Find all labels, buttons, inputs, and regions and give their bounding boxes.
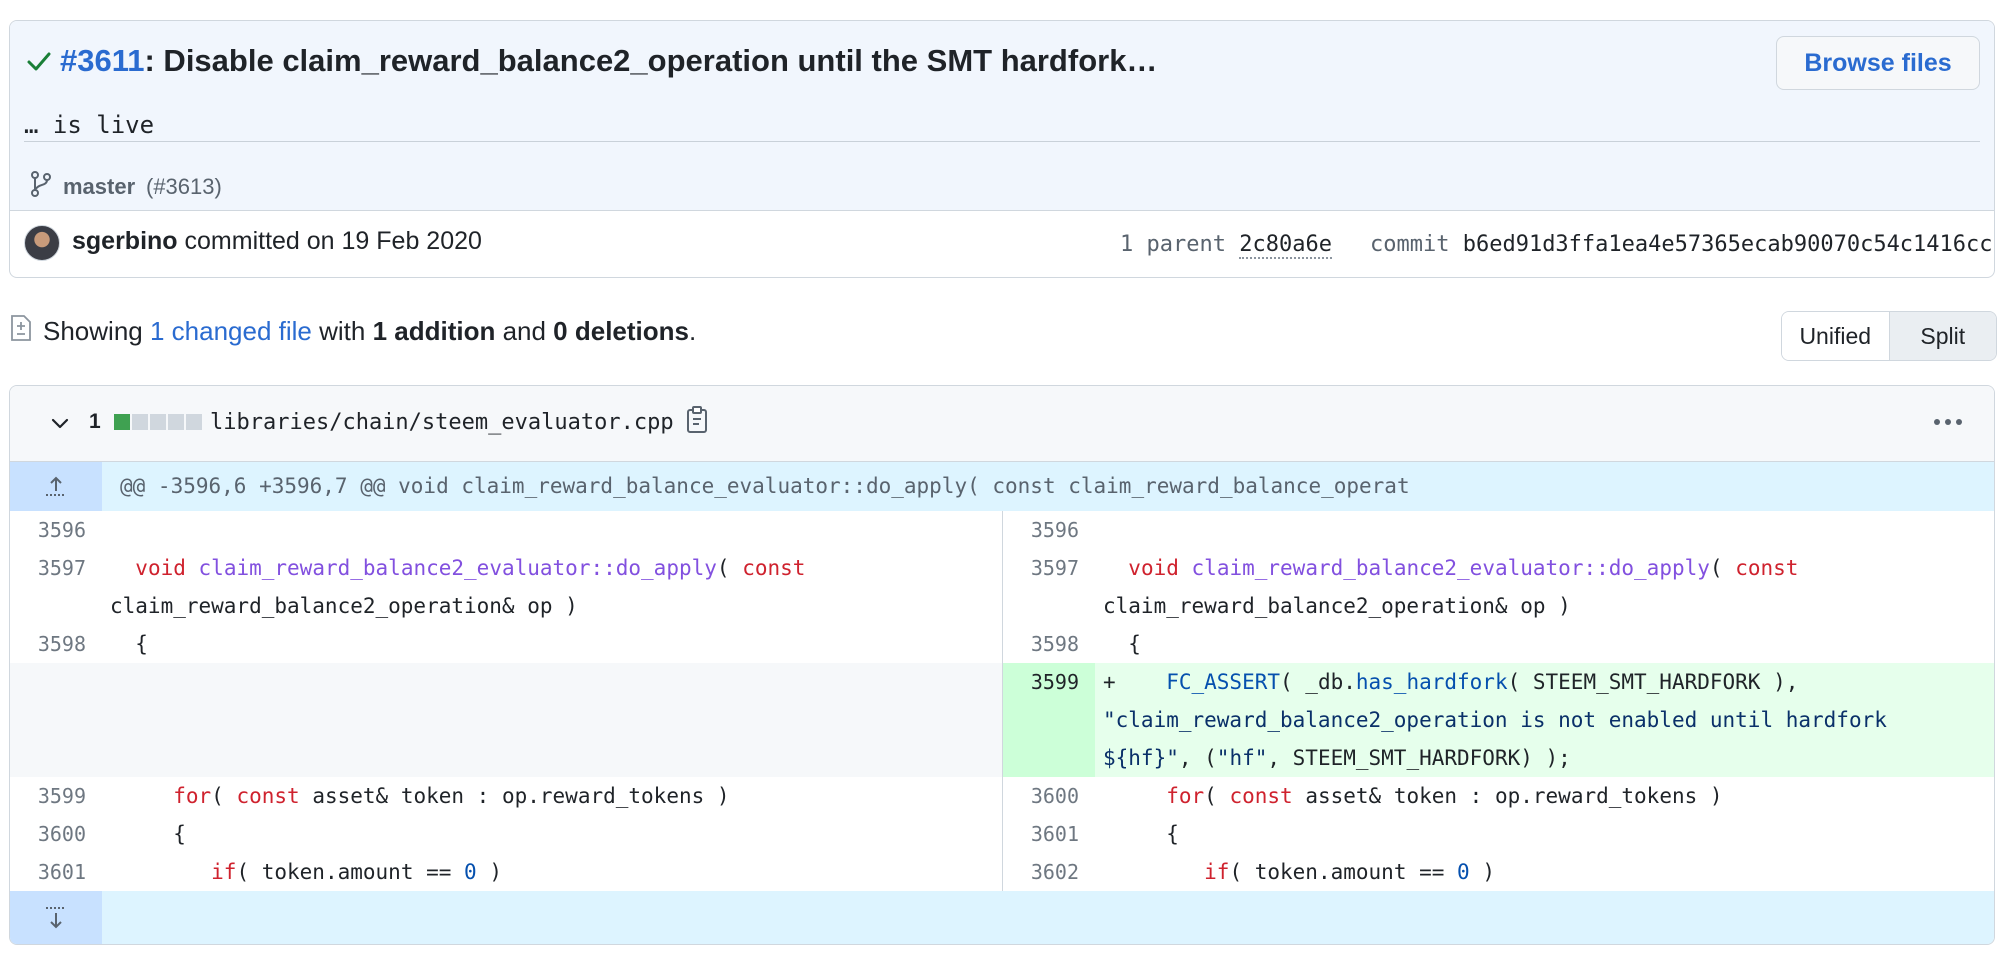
code-line: { [1103,822,1179,846]
expand-up-button[interactable] [10,462,102,511]
diff-line: 3600 for( const asset& token : op.reward… [1003,777,1994,815]
branch-pr-link[interactable]: (#3613) [146,174,222,200]
code-line: for( const asset& token : op.reward_toke… [1166,784,1723,808]
diff-right-side: 3596 3597 void claim_reward_balance2_eva… [1003,511,1994,891]
commit-header: #3611: Disable claim_reward_balance2_ope… [9,20,1995,278]
author-line: sgerbino committed on 19 Feb 2020 [72,227,482,256]
additions-count: 1 addition [372,316,496,346]
file-diff: 1 libraries/chain/steem_evaluator.cpp @@… [9,385,1995,945]
commit-title-area: #3611: Disable claim_reward_balance2_ope… [10,21,1994,210]
commit-date: committed on 19 Feb 2020 [177,227,482,255]
parent-info: 1 parent 2c80a6e [1120,232,1332,259]
file-path[interactable]: libraries/chain/steem_evaluator.cpp [210,410,674,435]
diffstat-neutral-block [186,414,202,430]
code-line: for( const asset& token : op.reward_toke… [173,784,730,808]
diff-line: 3600 { [10,815,1002,853]
line-number[interactable]: 3596 [1003,511,1095,549]
diff-line: 3601 { [1003,815,1994,853]
commit-description: … is live [24,111,155,139]
diff-left-side: 3596 3597 void claim_reward_balance2_eva… [10,511,1003,891]
diff-line: 3596 [1003,511,1994,549]
code-line: { [1103,632,1141,656]
expand-down-button[interactable] [10,891,102,944]
code-line: { [110,632,148,656]
divider [10,210,1994,211]
line-number[interactable]: 3600 [10,815,102,853]
unfold-down-icon [46,907,66,929]
diffstat-neutral-block [150,414,166,430]
hunk-header: @@ -3596,6 +3596,7 @@ void claim_reward_… [10,462,1994,511]
code-line: { [110,822,186,846]
pr-link[interactable]: #3611 [60,43,145,78]
commit-sha: commit b6ed91d3ffa1ea4e57365ecab90070c54… [1370,232,1993,257]
code-line: if( token.amount == 0 ) [211,860,502,884]
changed-files-link[interactable]: 1 changed file [150,316,312,346]
hunk-text: @@ -3596,6 +3596,7 @@ void claim_reward_… [120,474,1410,498]
code-line: void claim_reward_balance2_evaluator::do… [1103,556,1799,618]
line-number[interactable]: 3598 [1003,625,1095,663]
diffstat-neutral-block [168,414,184,430]
line-number[interactable]: 3601 [10,853,102,891]
line-number[interactable]: 3602 [1003,853,1095,891]
diff-line: 3598 { [10,625,1002,663]
diff-line: 3602 if( token.amount == 0 ) [1003,853,1994,891]
file-diff-icon [11,315,31,341]
diff-view-toggle: Unified Split [1781,311,1997,361]
check-icon [27,52,51,71]
line-number[interactable]: 3599 [1003,663,1095,777]
parent-sha-link[interactable]: 2c80a6e [1239,232,1332,259]
diff-line: 3601 if( token.amount == 0 ) [10,853,1002,891]
branch-name[interactable]: master [63,174,135,200]
empty-line [10,663,1002,777]
line-number[interactable]: 3599 [10,777,102,815]
summary-text: . [689,316,697,346]
diffstat-neutral-block [132,414,148,430]
file-header: 1 libraries/chain/steem_evaluator.cpp [10,386,1994,462]
diffstat [114,414,202,430]
line-number[interactable]: 3598 [10,625,102,663]
expand-footer [10,891,1994,944]
summary-text: and [495,316,554,346]
split-diff: 3596 3597 void claim_reward_balance2_eva… [10,511,1994,891]
line-number[interactable]: 3597 [1003,549,1095,625]
diff-line: 3598 { [1003,625,1994,663]
split-view-button[interactable]: Split [1888,312,1996,360]
line-number[interactable]: 3601 [1003,815,1095,853]
diff-summary: Showing 1 changed file with 1 addition a… [43,316,696,347]
divider [24,141,1980,142]
kebab-horizontal-icon[interactable] [1932,412,1964,432]
browse-files-button[interactable]: Browse files [1776,36,1980,90]
change-count: 1 [89,410,101,433]
deletions-count: 0 deletions [553,316,689,346]
commit-sha-value: b6ed91d3ffa1ea4e57365ecab90070c54c1416cc [1462,232,1993,257]
commit-title: #3611: Disable claim_reward_balance2_ope… [60,43,1157,79]
chevron-down-icon[interactable] [50,413,70,433]
summary-text: with [311,316,373,346]
clipboard-icon[interactable] [686,406,708,434]
diff-line: 3597 void claim_reward_balance2_evaluato… [1003,549,1994,625]
diff-line: 3599 for( const asset& token : op.reward… [10,777,1002,815]
code-line: if( token.amount == 0 ) [1204,860,1495,884]
added-line: 3599 + FC_ASSERT( _db.has_hardfork( STEE… [1003,663,1994,777]
line-number[interactable]: 3600 [1003,777,1095,815]
unified-view-button[interactable]: Unified [1782,312,1889,360]
parent-label: 1 parent [1120,232,1240,257]
commit-title-text: : Disable claim_reward_balance2_operatio… [144,43,1158,78]
diff-line: 3597 void claim_reward_balance2_evaluato… [10,549,1002,625]
code-line: void claim_reward_balance2_evaluator::do… [110,556,806,618]
avatar[interactable] [24,225,60,261]
commit-label: commit [1370,232,1463,257]
summary-text: Showing [43,316,150,346]
code-line: + FC_ASSERT( _db.has_hardfork( STEEM_SMT… [1103,670,1887,770]
unfold-up-icon [46,476,66,496]
line-number[interactable]: 3596 [10,511,102,549]
diff-line: 3596 [10,511,1002,549]
diffstat-add-block [114,414,130,430]
author-link[interactable]: sgerbino [72,227,178,255]
line-number[interactable]: 3597 [10,549,102,625]
git-branch-icon [31,171,51,197]
